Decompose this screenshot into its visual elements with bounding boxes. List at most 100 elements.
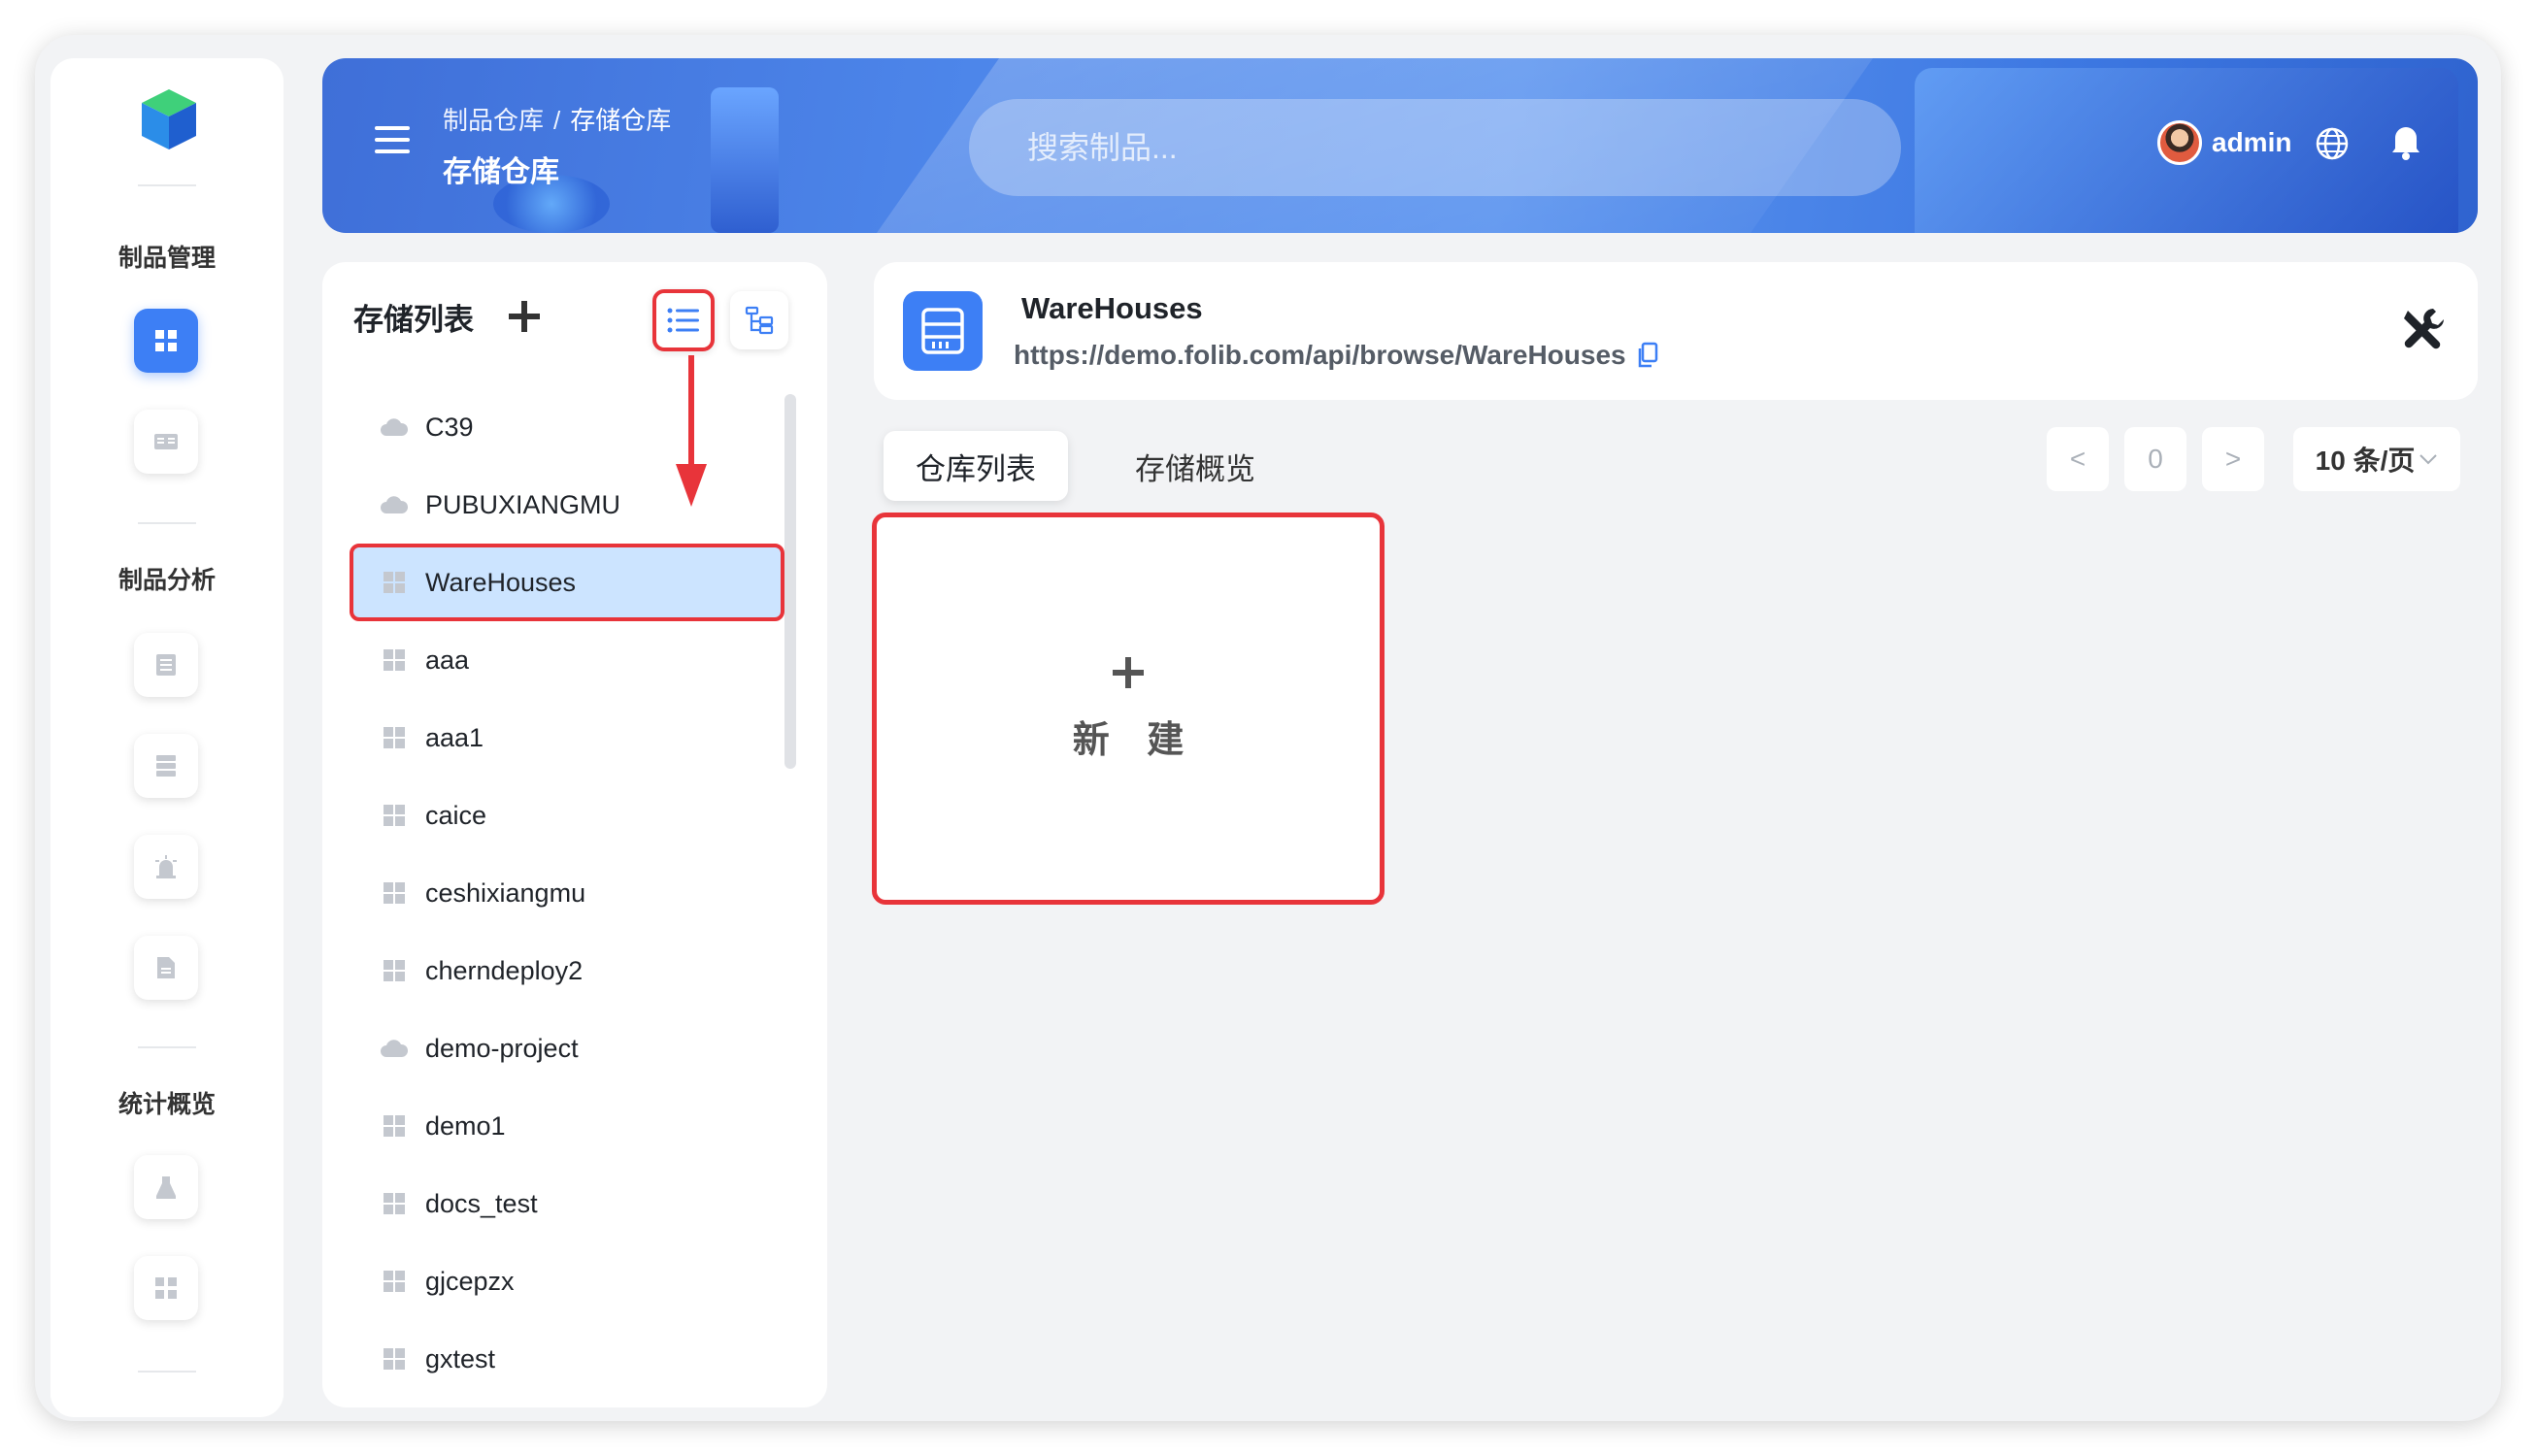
- storage-server-icon: [921, 308, 964, 354]
- list-item[interactable]: aaa1: [350, 699, 784, 777]
- tab-storage-overview[interactable]: 存储概览: [1103, 431, 1287, 501]
- breadcrumb-item-current: 存储仓库: [570, 106, 672, 135]
- sidebar-divider: [138, 184, 196, 186]
- storage-list-title: 存储列表: [353, 303, 474, 337]
- tab-repository-list[interactable]: 仓库列表: [884, 431, 1068, 501]
- list-item[interactable]: demo-project: [350, 1009, 784, 1087]
- dashboard-icon: [155, 330, 177, 351]
- page-size-select[interactable]: 10 条/页: [2293, 427, 2460, 491]
- list-item-label: aaa1: [425, 722, 484, 752]
- top-header: 制品仓库 / 存储仓库 存储仓库 admin: [322, 58, 2478, 233]
- book-icon: [154, 434, 178, 449]
- list-item-label: cherndeploy2: [425, 955, 584, 985]
- list-item[interactable]: PUBUXIANGMU: [350, 466, 784, 544]
- sidebar-section-title: 制品管理: [117, 245, 216, 272]
- sidebar-item-server[interactable]: [134, 734, 198, 798]
- list-item[interactable]: docs_test: [350, 1165, 784, 1242]
- list-item-label: demo-project: [425, 1033, 579, 1063]
- list-item-label: WareHouses: [425, 567, 577, 597]
- list-item[interactable]: gxtest: [350, 1320, 784, 1398]
- sidebar-item-alarm[interactable]: [134, 835, 198, 899]
- list-item[interactable]: gjcepzx: [350, 1242, 784, 1320]
- sidebar-divider: [138, 1371, 196, 1373]
- file-icon: [157, 957, 175, 978]
- list-item-label: PUBUXIANGMU: [425, 489, 621, 519]
- page-title: 存储仓库: [443, 156, 559, 188]
- list-item-label: gjcepzx: [425, 1266, 515, 1296]
- cloud-icon: [379, 493, 410, 516]
- storage-url-row: https://demo.folib.com/api/browse/WareHo…: [1014, 340, 1659, 371]
- list-item-label: docs_test: [425, 1188, 538, 1218]
- sidebar-divider: [138, 522, 196, 524]
- add-storage-icon[interactable]: [505, 297, 544, 336]
- app-logo: [142, 89, 196, 149]
- list-item[interactable]: C39: [350, 388, 784, 466]
- pager-next-button[interactable]: >: [2202, 427, 2264, 491]
- breadcrumb-item[interactable]: 制品仓库: [443, 106, 544, 135]
- sidebar-section-title: 制品分析: [117, 567, 216, 594]
- new-repository-card[interactable]: 新 建: [872, 513, 1385, 905]
- search-bar[interactable]: [969, 99, 1901, 196]
- header-illustration: [711, 87, 779, 233]
- hamburger-menu-icon[interactable]: [375, 126, 410, 155]
- list-item[interactable]: ceshixiangmu: [350, 854, 784, 932]
- grid-icon: [379, 1270, 410, 1293]
- list-item-label: caice: [425, 800, 487, 830]
- cloud-icon: [379, 415, 410, 439]
- sidebar-item-book[interactable]: [134, 410, 198, 474]
- grid-icon: [379, 1347, 410, 1371]
- grid-icon: [379, 571, 410, 594]
- grid-icon: [379, 804, 410, 827]
- app-window: 制品管理 制品分析 统计概览 制品仓库 / 存储仓库 存储仓库 搜索制品... …: [35, 35, 2501, 1421]
- avatar[interactable]: [2157, 120, 2202, 165]
- sidebar-item-dashboard[interactable]: [134, 309, 198, 373]
- plus-icon: [1113, 656, 1144, 688]
- grid-icon: [379, 881, 410, 905]
- list-doc-icon: [156, 654, 176, 676]
- list-item[interactable]: cherndeploy2: [350, 932, 784, 1009]
- alarm-icon: [155, 855, 177, 878]
- search-input[interactable]: [1027, 128, 1804, 167]
- list-item[interactable]: aaa: [350, 621, 784, 699]
- list-item-selected[interactable]: WareHouses: [350, 544, 784, 621]
- list-item[interactable]: demo1: [350, 1087, 784, 1165]
- cloud-icon: [379, 1037, 410, 1060]
- list-item-label: gxtest: [425, 1343, 496, 1373]
- chevron-left-icon: <: [2069, 444, 2086, 474]
- chevron-down-icon: [2419, 454, 2438, 465]
- globe-icon[interactable]: [2315, 126, 2350, 161]
- sidebar-divider: [138, 1046, 196, 1048]
- storage-url[interactable]: https://demo.folib.com/api/browse/WareHo…: [1014, 340, 1626, 371]
- grid-icon: [379, 1192, 410, 1215]
- sidebar-item-grid[interactable]: [134, 1256, 198, 1320]
- list-item[interactable]: caice: [350, 777, 784, 854]
- grid-icon: [379, 959, 410, 982]
- new-card-label: 新 建: [1072, 719, 1198, 761]
- tools-icon[interactable]: [2400, 305, 2447, 351]
- grid-icon: [379, 648, 410, 672]
- grid-icon: [379, 726, 410, 749]
- pager-prev-button[interactable]: <: [2047, 427, 2109, 491]
- list-scrollbar[interactable]: [784, 394, 796, 769]
- sidebar-item-flask[interactable]: [134, 1155, 198, 1219]
- list-view-button[interactable]: [652, 289, 715, 351]
- storage-name: WareHouses: [1021, 291, 1203, 325]
- copy-icon[interactable]: [1636, 342, 1659, 369]
- breadcrumb-separator: /: [553, 106, 561, 135]
- storage-info-card: WareHouses https://demo.folib.com/api/br…: [874, 262, 2478, 400]
- sidebar: 制品管理 制品分析 统计概览: [50, 58, 284, 1417]
- breadcrumb: 制品仓库 / 存储仓库: [443, 101, 671, 137]
- list-item-label: ceshixiangmu: [425, 877, 586, 908]
- list-item-label: aaa: [425, 645, 470, 675]
- sidebar-item-list-doc[interactable]: [134, 633, 198, 697]
- username[interactable]: admin: [2212, 127, 2291, 158]
- flask-icon: [156, 1176, 176, 1199]
- sidebar-section-title: 统计概览: [117, 1091, 216, 1118]
- tree-view-button[interactable]: [730, 291, 788, 349]
- pager-page: 0: [2124, 427, 2186, 491]
- user-menu[interactable]: admin: [2157, 120, 2291, 165]
- list-item-label: C39: [425, 412, 474, 442]
- sidebar-item-file[interactable]: [134, 936, 198, 1000]
- bell-icon[interactable]: [2388, 124, 2423, 161]
- storage-list-panel: 存储列表 C39 PUBUXIANGMU WareHouses aaa aaa1…: [322, 262, 827, 1407]
